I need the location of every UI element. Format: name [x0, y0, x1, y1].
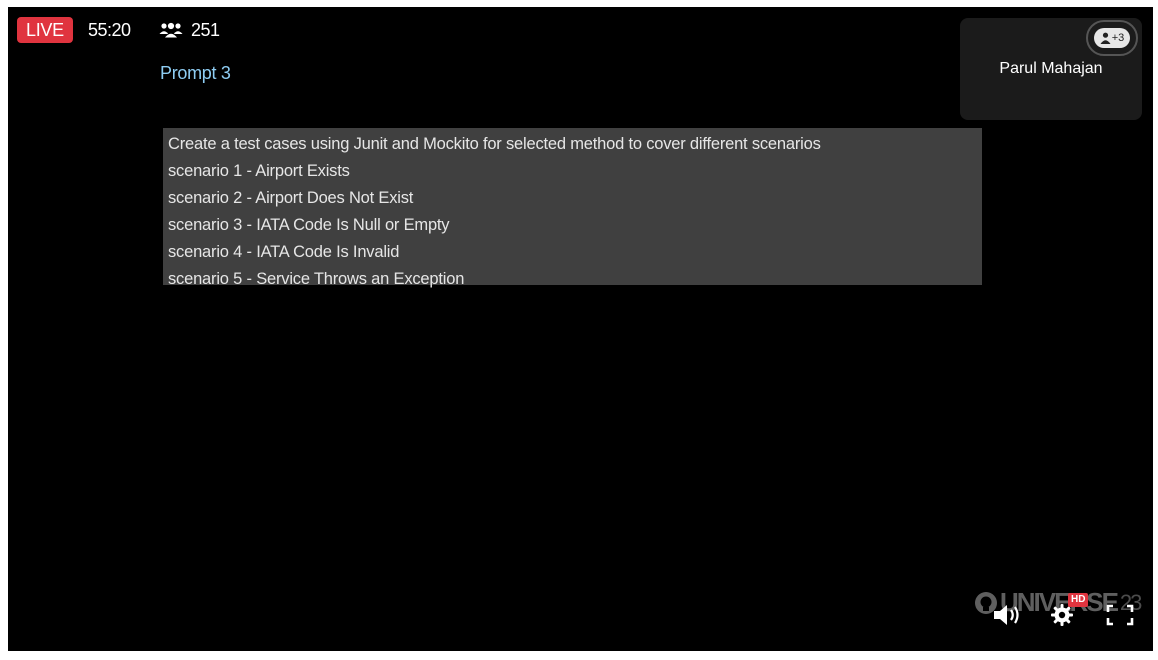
prompt-line: scenario 3 - IATA Code Is Null or Empty — [168, 216, 450, 234]
elapsed-time: 55:20 — [88, 20, 131, 40]
prompt-line: scenario 5 - Service Throws an Exception — [168, 270, 465, 288]
fullscreen-button[interactable] — [1106, 604, 1134, 626]
volume-icon — [994, 605, 1019, 625]
viewer-count: 251 — [159, 17, 220, 43]
more-participants-button[interactable]: +3 — [1086, 20, 1138, 56]
prompt-line: scenario 1 - Airport Exists — [168, 162, 350, 180]
fullscreen-icon — [1106, 604, 1134, 626]
video-player[interactable]: LIVE 55:20 251 Prompt 3 Create a test ca… — [8, 7, 1153, 651]
participant-name: Parul Mahajan — [999, 60, 1103, 77]
live-badge: LIVE — [17, 17, 73, 43]
settings-button[interactable]: HD — [1050, 593, 1089, 627]
more-participants-count: +3 — [1111, 32, 1125, 44]
participant-tile[interactable]: +3 Parul Mahajan — [960, 18, 1142, 120]
prompt-line: Create a test cases using Junit and Mock… — [168, 135, 821, 153]
volume-button[interactable] — [992, 601, 1022, 629]
prompt-text-block: Create a test cases using Junit and Mock… — [163, 128, 982, 288]
hd-badge: HD — [1068, 593, 1089, 607]
prompt-line: scenario 2 - Airport Does Not Exist — [168, 189, 414, 207]
person-icon — [1100, 32, 1111, 44]
prompt-line: scenario 4 - IATA Code Is Invalid — [168, 243, 400, 261]
viewers-icon — [159, 21, 183, 39]
prompt-title: Prompt 3 — [160, 63, 231, 83]
viewer-count-value: 251 — [191, 19, 220, 40]
